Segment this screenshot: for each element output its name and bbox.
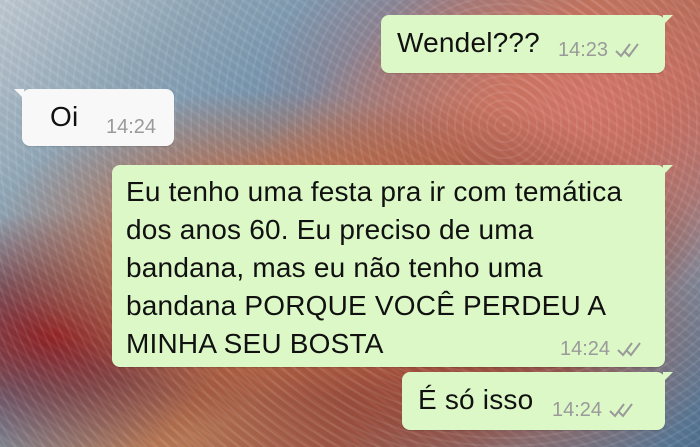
message-time: 14:24 [560,338,611,360]
message-bubble-outgoing-1[interactable]: Wendel??? 14:23 [381,15,673,73]
double-check-icon [615,43,639,58]
message-meta: 14:24 [106,117,156,137]
message-meta: 14:24 [560,339,644,359]
message-bubble-outgoing-3[interactable]: É só isso 14:24 [402,372,673,430]
message-text: É só isso [418,384,534,415]
message-meta: 14:23 [558,40,642,60]
message-text: Eu tenho uma festa pra ir com temática d… [126,176,623,359]
message-text: Wendel??? [397,27,540,58]
message-bubble-incoming-1[interactable]: Oi 14:24 [14,89,174,146]
chat-window: Wendel??? 14:23 Oi 14:24 Eu tenho uma fe… [0,0,700,447]
message-time: 14:23 [558,39,609,61]
message-time: 14:24 [106,116,157,138]
message-meta: 14:24 [552,400,636,420]
message-time: 14:24 [552,399,603,421]
message-bubble-outgoing-2[interactable]: Eu tenho uma festa pra ir com temática d… [112,165,673,367]
message-text: Oi [50,101,79,132]
double-check-icon [609,403,633,418]
double-check-icon [617,342,641,357]
